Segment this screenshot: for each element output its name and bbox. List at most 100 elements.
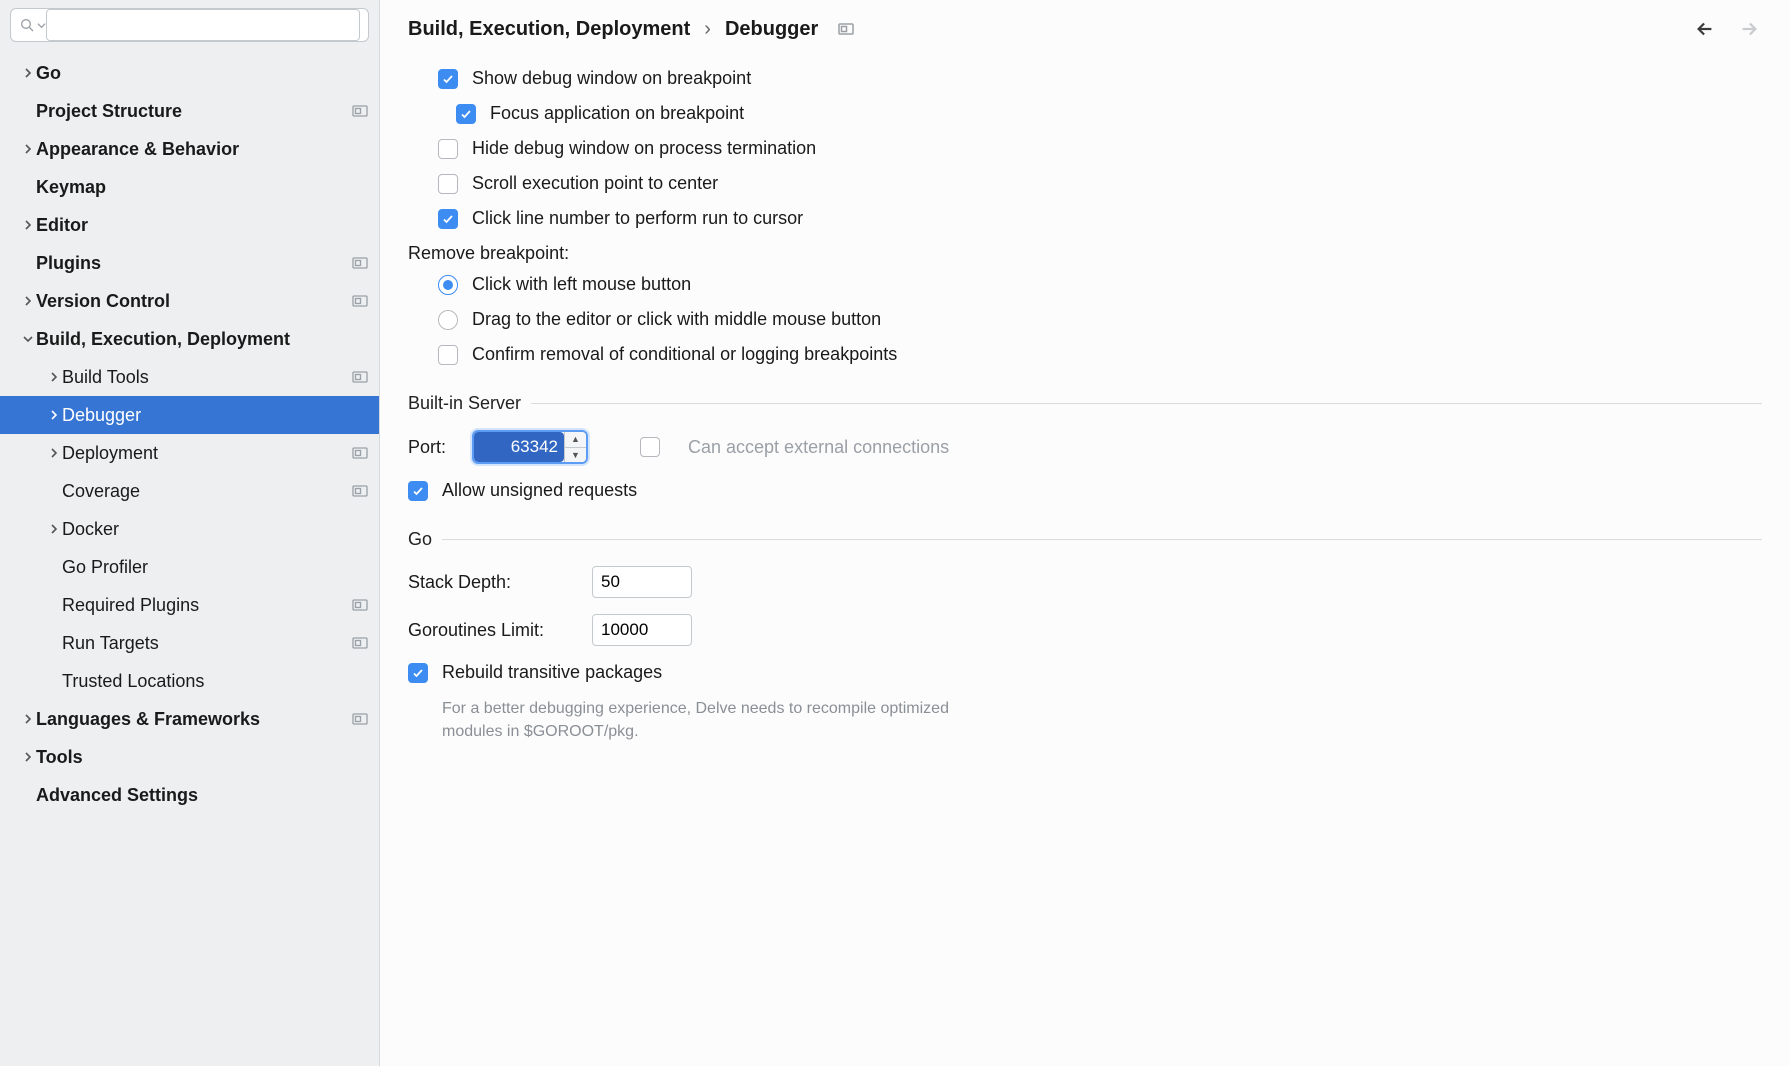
rebuild-transitive-label: Rebuild transitive packages <box>442 662 662 683</box>
sidebar-item-keymap[interactable]: Keymap <box>0 168 379 206</box>
hide-debug-on-terminate-checkbox[interactable] <box>438 139 458 159</box>
breadcrumb-parent[interactable]: Build, Execution, Deployment <box>408 18 690 41</box>
sidebar-item-editor[interactable]: Editor <box>0 206 379 244</box>
scope-marker-icon <box>351 104 369 118</box>
sidebar-item-label: Languages & Frameworks <box>36 709 345 730</box>
port-step-down[interactable]: ▼ <box>565 448 586 463</box>
chevron-right-icon[interactable] <box>20 296 36 306</box>
scope-marker-icon <box>351 560 369 574</box>
scroll-execution-center-checkbox[interactable] <box>438 174 458 194</box>
section-divider <box>442 539 1762 540</box>
show-debug-on-breakpoint-label: Show debug window on breakpoint <box>472 68 751 89</box>
sidebar-item-run-targets[interactable]: Run Targets <box>0 624 379 662</box>
chevron-right-icon[interactable] <box>46 410 62 420</box>
sidebar-item-label: Advanced Settings <box>36 785 345 806</box>
port-step-up[interactable]: ▲ <box>565 432 586 448</box>
show-debug-on-breakpoint-checkbox[interactable] <box>438 69 458 89</box>
chevron-right-icon[interactable] <box>20 220 36 230</box>
focus-app-on-breakpoint-label: Focus application on breakpoint <box>490 103 744 124</box>
chevron-right-icon[interactable] <box>20 68 36 78</box>
scope-marker-icon <box>351 598 369 612</box>
scope-marker-icon <box>351 484 369 498</box>
hide-debug-on-terminate-label: Hide debug window on process termination <box>472 138 816 159</box>
scroll-execution-center-label: Scroll execution point to center <box>472 173 718 194</box>
sidebar-item-advanced-settings[interactable]: Advanced Settings <box>0 776 379 814</box>
port-input[interactable] <box>474 432 564 462</box>
remove-bp-left-click-label: Click with left mouse button <box>472 274 691 295</box>
scope-marker-icon <box>351 712 369 726</box>
confirm-removal-checkbox[interactable] <box>438 345 458 365</box>
sidebar-item-label: Required Plugins <box>62 595 345 616</box>
forward-button <box>1736 16 1762 42</box>
sidebar-item-label: Debugger <box>62 405 345 426</box>
sidebar-item-label: Docker <box>62 519 345 540</box>
sidebar-item-label: Editor <box>36 215 345 236</box>
section-divider <box>531 403 1762 404</box>
scope-marker-icon <box>351 408 369 422</box>
sidebar-item-debugger[interactable]: Debugger <box>0 396 379 434</box>
click-line-run-to-cursor-checkbox[interactable] <box>438 209 458 229</box>
sidebar-item-label: Run Targets <box>62 633 345 654</box>
rebuild-transitive-hint: For a better debugging experience, Delve… <box>408 697 988 743</box>
chevron-down-icon[interactable] <box>37 15 46 35</box>
accept-external-label: Can accept external connections <box>688 437 949 458</box>
focus-app-on-breakpoint-checkbox[interactable] <box>456 104 476 124</box>
go-section-title: Go <box>408 529 432 550</box>
sidebar-item-label: Keymap <box>36 177 345 198</box>
sidebar-item-go-profiler[interactable]: Go Profiler <box>0 548 379 586</box>
sidebar-item-label: Go Profiler <box>62 557 345 578</box>
sidebar-item-trusted-locations[interactable]: Trusted Locations <box>0 662 379 700</box>
sidebar-item-plugins[interactable]: Plugins <box>0 244 379 282</box>
chevron-right-icon[interactable] <box>46 524 62 534</box>
chevron-right-icon[interactable] <box>46 448 62 458</box>
chevron-down-icon[interactable] <box>20 334 36 344</box>
search-icon <box>19 17 35 33</box>
chevron-right-icon[interactable] <box>20 752 36 762</box>
remove-bp-left-click-radio[interactable] <box>438 275 458 295</box>
scope-marker-icon <box>351 180 369 194</box>
sidebar-item-go[interactable]: Go <box>0 54 379 92</box>
scope-marker-icon <box>351 218 369 232</box>
rebuild-transitive-checkbox[interactable] <box>408 663 428 683</box>
chevron-right-icon[interactable] <box>20 714 36 724</box>
settings-search-box[interactable] <box>10 8 369 42</box>
sidebar-item-label: Go <box>36 63 345 84</box>
port-spinner[interactable]: ▲ ▼ <box>472 430 588 464</box>
settings-detail-panel: Build, Execution, Deployment › Debugger <box>380 0 1790 1066</box>
scope-marker-icon <box>351 674 369 688</box>
chevron-right-icon[interactable] <box>46 372 62 382</box>
sidebar-item-coverage[interactable]: Coverage <box>0 472 379 510</box>
chevron-right-icon[interactable] <box>20 144 36 154</box>
sidebar-item-build-execution-deployment[interactable]: Build, Execution, Deployment <box>0 320 379 358</box>
sidebar-item-required-plugins[interactable]: Required Plugins <box>0 586 379 624</box>
sidebar-item-build-tools[interactable]: Build Tools <box>0 358 379 396</box>
breadcrumb-separator: › <box>704 18 711 41</box>
sidebar-item-label: Appearance & Behavior <box>36 139 345 160</box>
sidebar-item-version-control[interactable]: Version Control <box>0 282 379 320</box>
goroutines-limit-label: Goroutines Limit: <box>408 620 578 641</box>
sidebar-item-appearance-behavior[interactable]: Appearance & Behavior <box>0 130 379 168</box>
sidebar-item-project-structure[interactable]: Project Structure <box>0 92 379 130</box>
scope-marker-icon <box>351 66 369 80</box>
scope-marker-icon <box>351 370 369 384</box>
breadcrumb-current: Debugger <box>725 18 818 41</box>
scope-marker-icon <box>351 750 369 764</box>
builtin-server-section-title: Built-in Server <box>408 393 521 414</box>
confirm-removal-label: Confirm removal of conditional or loggin… <box>472 344 897 365</box>
sidebar-item-deployment[interactable]: Deployment <box>0 434 379 472</box>
back-button[interactable] <box>1692 16 1718 42</box>
accept-external-checkbox[interactable] <box>640 437 660 457</box>
remove-bp-drag-radio[interactable] <box>438 310 458 330</box>
scope-marker-icon <box>351 636 369 650</box>
port-label: Port: <box>408 437 458 458</box>
sidebar-item-label: Trusted Locations <box>62 671 345 692</box>
sidebar-item-tools[interactable]: Tools <box>0 738 379 776</box>
settings-sidebar: Go Project Structure Appearance & Behavior… <box>0 0 380 1066</box>
scope-marker-icon <box>351 294 369 308</box>
settings-search-input[interactable] <box>46 9 360 41</box>
stack-depth-input[interactable] <box>592 566 692 598</box>
allow-unsigned-checkbox[interactable] <box>408 481 428 501</box>
goroutines-limit-input[interactable] <box>592 614 692 646</box>
sidebar-item-docker[interactable]: Docker <box>0 510 379 548</box>
sidebar-item-languages-frameworks[interactable]: Languages & Frameworks <box>0 700 379 738</box>
